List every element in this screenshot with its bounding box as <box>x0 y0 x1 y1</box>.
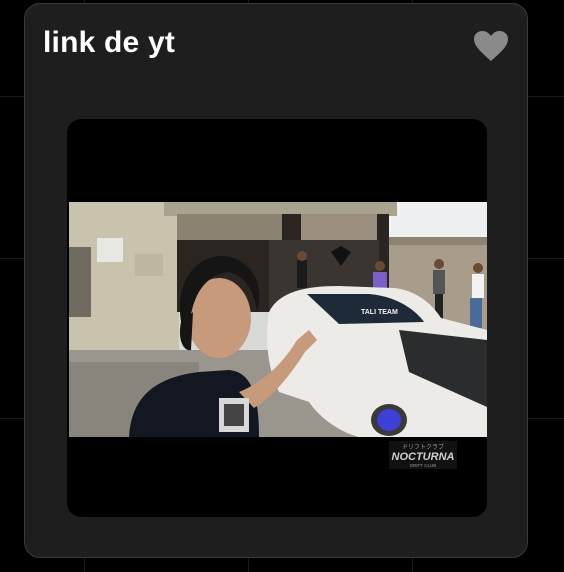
watermark-main-text: NOCTURNA <box>392 451 455 463</box>
video-embed[interactable]: TALI TEAM ドリフトクラブ NOCTURNA DRIFT CLUB <box>67 119 487 517</box>
media-card[interactable]: link de yt TALI TEAM ドリフトクラブ NOCTURNA DR… <box>24 3 528 558</box>
video-thumbnail[interactable]: TALI TEAM <box>69 202 487 437</box>
car-windshield-text: TALI TEAM <box>361 309 398 316</box>
watermark-logo: ドリフトクラブ NOCTURNA DRIFT CLUB <box>389 441 457 469</box>
heart-icon[interactable] <box>473 30 509 62</box>
watermark-top-text: ドリフトクラブ <box>402 443 444 451</box>
video-thumbnail-scene: TALI TEAM <box>69 202 487 437</box>
card-title: link de yt <box>43 26 176 59</box>
watermark-sub-text: DRIFT CLUB <box>410 463 436 468</box>
